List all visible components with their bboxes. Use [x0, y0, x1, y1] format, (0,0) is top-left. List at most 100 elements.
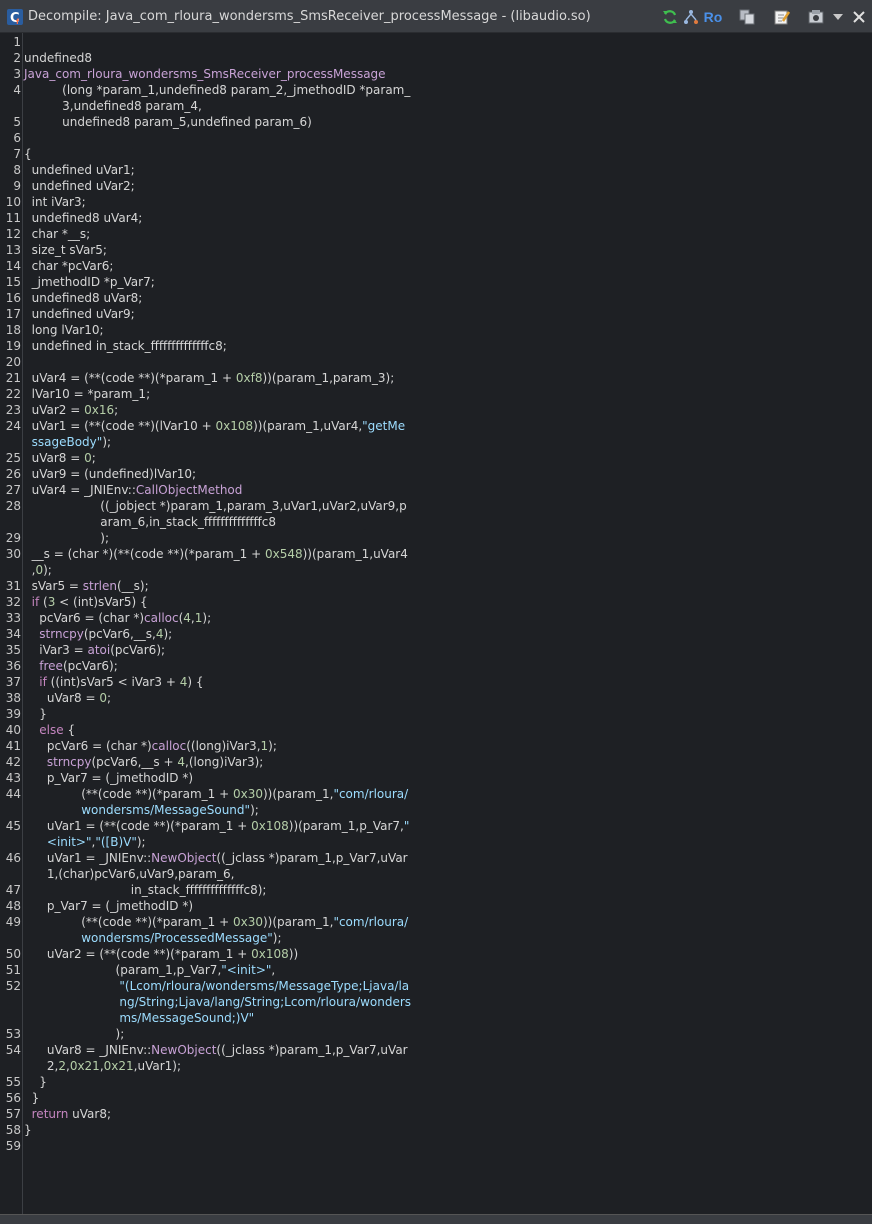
code-token: undefined8 uVar8;: [24, 291, 143, 305]
code-line: __s = (char *)(**(code **)(*param_1 + 0x…: [24, 546, 872, 562]
code-token: strncpy: [46, 755, 92, 769]
code-line: wondersms/ProcessedMessage");: [24, 930, 872, 946]
code-line: Java_com_rloura_wondersms_SmsReceiver_pr…: [24, 66, 872, 82]
snapshot-button[interactable]: [807, 8, 825, 26]
code-line: }: [24, 1122, 872, 1138]
code-line: (long *param_1,undefined8 param_2,_jmeth…: [24, 82, 872, 98]
title-bar: C f Decompile: Java_com_rloura_wondersms…: [0, 0, 872, 33]
code-editor[interactable]: 1 2 3 4 5 6 7 8 9 10 11 12 13 14 15 16 17 18 19 20 21 22 23 24 2…: [0, 33, 872, 1214]
menu-button[interactable]: [831, 8, 845, 26]
code-token: __s = (char *)(**(code **)(*param_1 +: [24, 547, 265, 561]
code-token: (long *param_1,undefined8 param_2,_jmeth…: [24, 83, 411, 97]
code-token: ,(long)iVar3);: [185, 755, 264, 769]
code-token: else: [39, 723, 64, 737]
code-token: undefined8: [24, 51, 93, 65]
line-number: 37: [5, 675, 21, 689]
code-token: ng/String;Ljava/lang/String;Lcom/rloura/…: [24, 995, 412, 1009]
code-line: (**(code **)(*param_1 + 0x30))(param_1,"…: [24, 786, 872, 802]
code-token: 0x30: [232, 787, 263, 801]
code-line: "(Lcom/rloura/wondersms/MessageType;Ljav…: [24, 978, 872, 994]
line-number: [0, 994, 21, 1010]
refresh-button[interactable]: [662, 8, 678, 26]
decompiled-code[interactable]: undefined8 Java_com_rloura_wondersms_SmsR…: [24, 33, 872, 1214]
line-number: 44: [5, 787, 21, 801]
code-line: ssageBody");: [24, 434, 872, 450]
code-token: uVar8 =: [24, 451, 85, 465]
code-line: size_t sVar5;: [24, 242, 872, 258]
code-line: p_Var7 = (_jmethodID *): [24, 898, 872, 914]
code-token: 2: [58, 1059, 66, 1073]
line-number: 36: [5, 659, 21, 673]
code-token: "([B)V": [95, 835, 137, 849]
code-token: p_Var7 = (_jmethodID *): [24, 771, 194, 785]
close-button[interactable]: [851, 8, 867, 26]
code-token: lVar10 = *param_1;: [24, 387, 151, 401]
line-number: [0, 834, 21, 850]
code-token: undefined8 param_5,undefined param_6): [24, 115, 312, 129]
code-token: 0x21: [103, 1059, 134, 1073]
code-line: uVar9 = (undefined)lVar10;: [24, 466, 872, 482]
line-number: 22: [5, 387, 21, 401]
code-token: 0: [35, 563, 44, 577]
line-number: 18: [5, 323, 21, 337]
code-token: CallObjectMethod: [135, 483, 243, 497]
line-number: 29: [5, 531, 21, 545]
line-number: 34: [5, 627, 21, 641]
code-line: pcVar6 = (char *)calloc((long)iVar3,1);: [24, 738, 872, 754]
code-line: ms/MessageSound;)V": [24, 1010, 872, 1026]
code-token: 1: [260, 739, 269, 753]
code-token: 0x108: [251, 819, 289, 833]
line-number: 19: [5, 339, 21, 353]
line-number: 39: [5, 707, 21, 721]
code-token: ))(param_1,: [262, 787, 334, 801]
code-line: ((_jobject *)param_1,param_3,uVar1,uVar2…: [24, 498, 872, 514]
line-number: 15: [5, 275, 21, 289]
code-token: 0x108: [215, 419, 254, 433]
copy-button[interactable]: [738, 8, 756, 26]
line-number: 41: [5, 739, 21, 753]
code-token: char *__s;: [24, 227, 91, 241]
close-icon: [853, 11, 865, 23]
code-line: undefined in_stack_ffffffffffffffc8;: [24, 338, 872, 354]
read-only-toggle[interactable]: Ro: [703, 8, 723, 26]
code-token: undefined uVar2;: [24, 179, 135, 193]
code-line: );: [24, 530, 872, 546]
code-token: (pcVar6);: [110, 643, 166, 657]
code-token: ((_jclass *)param_1,p_Var7,uVar: [216, 1043, 408, 1057]
code-token: 4: [155, 627, 164, 641]
graph-icon: [684, 10, 698, 24]
copy-icon: [739, 9, 755, 25]
edit-button[interactable]: [773, 8, 791, 26]
graph-button[interactable]: [682, 8, 700, 26]
decompile-icon: C f: [7, 9, 23, 26]
code-token: );: [268, 739, 277, 753]
code-token: "com/rloura/: [333, 787, 409, 801]
code-token: "com/rloura/: [333, 915, 409, 929]
code-line: undefined8 param_5,undefined param_6): [24, 114, 872, 130]
code-token: uVar2 = (**(code **)(*param_1 +: [24, 947, 252, 961]
line-number: 6: [13, 131, 21, 145]
code-token: calloc: [144, 611, 179, 625]
code-token: );: [24, 1027, 125, 1041]
line-number: 27: [5, 483, 21, 497]
code-token: );: [43, 563, 52, 577]
code-token: "(Lcom/rloura/wondersms/MessageType;Ljav…: [24, 979, 410, 993]
code-token: uVar8 =: [24, 691, 100, 705]
code-line: undefined uVar2;: [24, 178, 872, 194]
code-token: ))(param_1,uVar4,: [253, 419, 363, 433]
code-token: _jmethodID *p_Var7;: [24, 275, 155, 289]
code-token: uVar9 = (undefined)lVar10;: [24, 467, 197, 481]
line-number: 21: [5, 371, 21, 385]
code-line: wondersms/MessageSound");: [24, 802, 872, 818]
code-token: ))(param_1,: [262, 915, 334, 929]
code-token: {: [24, 147, 32, 161]
code-token: 0xf8: [235, 371, 263, 385]
line-number: 31: [5, 579, 21, 593]
code-token: );: [102, 435, 112, 449]
code-line: char *pcVar6;: [24, 258, 872, 274]
code-token: ssageBody": [24, 435, 103, 449]
line-number: 32: [5, 595, 21, 609]
